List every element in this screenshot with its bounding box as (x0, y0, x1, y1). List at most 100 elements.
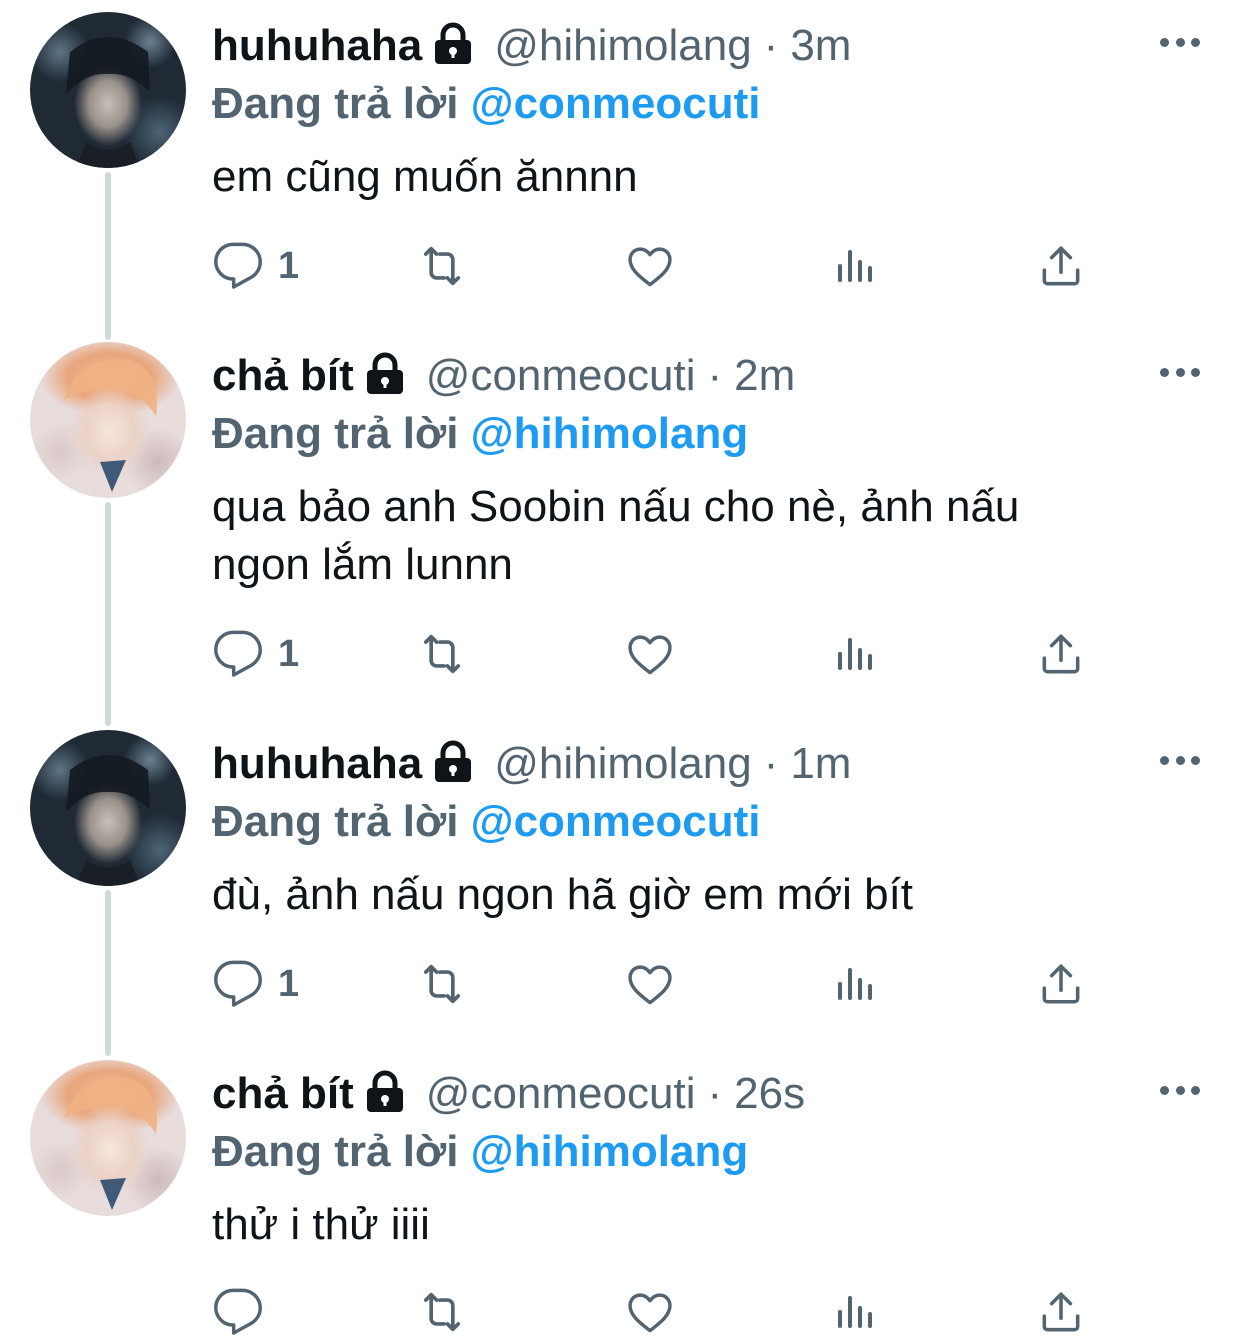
reply-icon (212, 628, 264, 680)
user-handle[interactable]: @conmeocuti (426, 1066, 696, 1122)
like-icon (624, 1286, 676, 1338)
replying-to: Đang trả lời @conmeocuti (212, 76, 761, 132)
avatar[interactable] (30, 730, 186, 886)
like-button[interactable] (624, 238, 676, 294)
analytics-icon (832, 1286, 880, 1338)
retweet-button[interactable] (414, 626, 470, 682)
mention-link[interactable]: @conmeocuti (471, 79, 761, 128)
tweet-text-line: thử i thử iiii (212, 1200, 430, 1249)
timestamp[interactable]: 1m (790, 736, 851, 792)
like-button[interactable] (624, 1284, 676, 1340)
display-name[interactable]: chả bít (212, 1066, 354, 1122)
lock-icon (362, 1069, 408, 1115)
tweet[interactable]: huhuhaha @hihimolang · 1m Đang trả lời @… (0, 718, 1242, 1048)
action-bar: 1 (212, 956, 1112, 1012)
more-icon[interactable] (1160, 1078, 1200, 1102)
like-icon (624, 240, 676, 292)
display-name[interactable]: chả bít (212, 348, 354, 404)
reply-button[interactable]: 1 (212, 238, 299, 294)
tweet[interactable]: huhuhaha @hihimolang · 3m Đang trả lời @… (0, 0, 1242, 330)
reply-count: 1 (278, 962, 300, 1005)
analytics-button[interactable] (832, 956, 880, 1012)
display-name[interactable]: huhuhaha (212, 736, 422, 792)
tweet-text-line: em cũng muốn ănnnn (212, 152, 638, 201)
user-handle[interactable]: @conmeocuti (426, 348, 696, 404)
tweet-text-line: qua bảo anh Soobin nấu cho nè, ảnh nấu (212, 482, 1020, 531)
share-button[interactable] (1036, 956, 1086, 1012)
retweet-button[interactable] (414, 1284, 470, 1340)
reply-icon (212, 1286, 264, 1338)
timestamp[interactable]: 3m (790, 18, 851, 74)
tweet-header: huhuhaha @hihimolang · 3m (212, 18, 851, 74)
tweet-text-line: ngon lắm lunnn (212, 540, 513, 589)
more-icon[interactable] (1160, 360, 1200, 384)
replying-prefix: Đang trả lời (212, 409, 459, 458)
reply-icon (212, 240, 264, 292)
analytics-icon (832, 240, 880, 292)
separator-dot: · (763, 21, 779, 70)
reply-button[interactable] (212, 1284, 278, 1340)
like-button[interactable] (624, 626, 676, 682)
tweet-header: huhuhaha @hihimolang · 1m (212, 736, 851, 792)
analytics-icon (832, 958, 880, 1010)
tweet-text: qua bảo anh Soobin nấu cho nè, ảnh nấu n… (212, 478, 1202, 594)
reply-button[interactable]: 1 (212, 626, 299, 682)
more-icon[interactable] (1160, 748, 1200, 772)
action-bar (212, 1284, 1112, 1340)
retweet-button[interactable] (414, 238, 470, 294)
retweet-icon (414, 628, 470, 680)
replying-prefix: Đang trả lời (212, 79, 459, 128)
display-name[interactable]: huhuhaha (212, 18, 422, 74)
share-icon (1036, 958, 1086, 1010)
replying-to: Đang trả lời @hihimolang (212, 406, 748, 462)
avatar[interactable] (30, 342, 186, 498)
share-button[interactable] (1036, 1284, 1086, 1340)
avatar[interactable] (30, 12, 186, 168)
separator-dot: · (763, 739, 779, 788)
share-button[interactable] (1036, 238, 1086, 294)
reply-count: 1 (278, 632, 300, 675)
mention-link[interactable]: @conmeocuti (471, 797, 761, 846)
replying-prefix: Đang trả lời (212, 1127, 459, 1176)
tweet-text-line: đù, ảnh nấu ngon hã giờ em mới bít (212, 870, 914, 919)
lock-icon (430, 739, 476, 785)
like-icon (624, 628, 676, 680)
timestamp[interactable]: 26s (734, 1066, 805, 1122)
share-icon (1036, 240, 1086, 292)
tweet-text: em cũng muốn ănnnn (212, 148, 1202, 206)
analytics-button[interactable] (832, 1284, 880, 1340)
tweet-header: chả bít @conmeocuti · 26s (212, 1066, 805, 1122)
tweet-text: thử i thử iiii (212, 1196, 1202, 1254)
avatar[interactable] (30, 1060, 186, 1216)
mention-link[interactable]: @hihimolang (471, 409, 749, 458)
lock-icon (362, 351, 408, 397)
share-icon (1036, 1286, 1086, 1338)
user-handle[interactable]: @hihimolang (494, 736, 751, 792)
reply-count: 1 (278, 244, 300, 287)
more-icon[interactable] (1160, 30, 1200, 54)
timestamp[interactable]: 2m (734, 348, 795, 404)
tweet-text: đù, ảnh nấu ngon hã giờ em mới bít (212, 866, 1202, 924)
reply-button[interactable]: 1 (212, 956, 299, 1012)
analytics-button[interactable] (832, 626, 880, 682)
separator-dot: · (707, 351, 723, 400)
replying-prefix: Đang trả lời (212, 797, 459, 846)
action-bar: 1 (212, 238, 1112, 294)
analytics-button[interactable] (832, 238, 880, 294)
like-button[interactable] (624, 956, 676, 1012)
lock-icon (430, 21, 476, 67)
mention-link[interactable]: @hihimolang (471, 1127, 749, 1176)
like-icon (624, 958, 676, 1010)
analytics-icon (832, 628, 880, 680)
separator-dot: · (707, 1069, 723, 1118)
tweet[interactable]: chả bít @conmeocuti · 26s Đang trả lời @… (0, 1048, 1242, 1344)
retweet-icon (414, 240, 470, 292)
retweet-icon (414, 1286, 470, 1338)
tweet[interactable]: chả bít @conmeocuti · 2m Đang trả lời @h… (0, 330, 1242, 718)
share-button[interactable] (1036, 626, 1086, 682)
retweet-button[interactable] (414, 956, 470, 1012)
reply-thread: huhuhaha @hihimolang · 3m Đang trả lời @… (0, 0, 1242, 1344)
reply-icon (212, 958, 264, 1010)
share-icon (1036, 628, 1086, 680)
user-handle[interactable]: @hihimolang (494, 18, 751, 74)
